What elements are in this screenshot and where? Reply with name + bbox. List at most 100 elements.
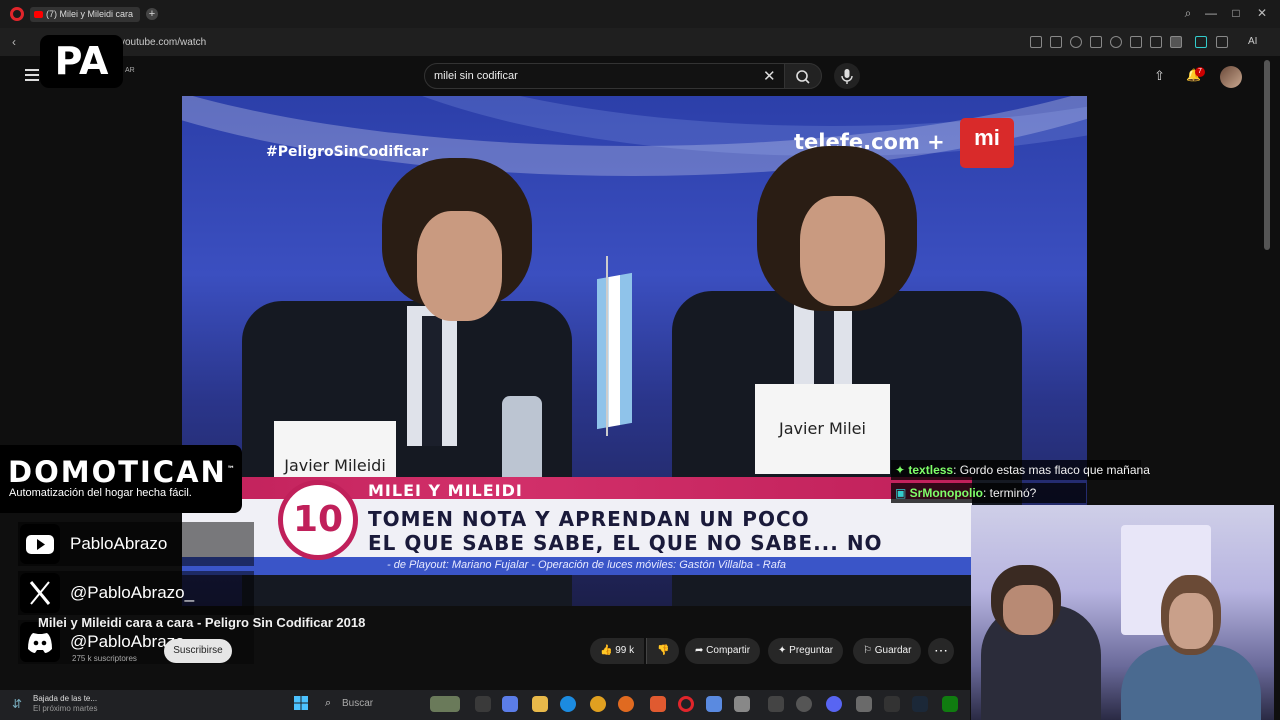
more-options-icon[interactable]: ⋯ <box>928 638 954 664</box>
streamer-right-face <box>1169 593 1213 649</box>
left-person-face <box>417 211 502 321</box>
taskbar-folder-icon[interactable] <box>532 696 548 712</box>
nameplate-left: Javier Mileidi <box>274 421 396 481</box>
play-icon[interactable] <box>1090 36 1102 48</box>
taskbar-app-icon[interactable] <box>768 696 784 712</box>
scrollbar[interactable] <box>1264 60 1270 250</box>
taskbar-firefox-icon[interactable] <box>618 696 634 712</box>
windows-start-icon[interactable] <box>293 695 309 711</box>
ticker-text: - de Playout: Mariano Fujalar - Operació… <box>387 559 787 571</box>
argentina-flag <box>597 272 632 430</box>
chat-text: : Gordo estas mas flaco que mañana <box>953 463 1150 477</box>
social-youtube: PabloAbrazo <box>18 522 254 566</box>
url-field[interactable]: youtube.com/watch <box>120 37 206 48</box>
shield-icon[interactable] <box>1070 36 1082 48</box>
weather-widget[interactable]: Bajada de las te... El próximo martes <box>33 694 97 714</box>
taskbar-copilot-icon[interactable] <box>502 696 518 712</box>
close-window-button[interactable]: ✕ <box>1254 6 1270 20</box>
taskbar-app-icon[interactable] <box>856 696 872 712</box>
minimize-button[interactable]: — <box>1203 6 1219 20</box>
taskbar-steam-icon[interactable] <box>912 696 928 712</box>
tab-search-icon[interactable]: ⌕ <box>1180 6 1196 21</box>
weather-icon[interactable]: ⇵ <box>12 697 22 711</box>
taskbar-discord-icon[interactable] <box>826 696 842 712</box>
webcam-overlay <box>971 505 1274 720</box>
right-person-face <box>800 196 885 306</box>
pa-logo: PA <box>40 35 123 88</box>
youtube-handle: PabloAbrazo <box>70 534 168 553</box>
upload-icon[interactable]: ⇧ <box>1154 68 1165 84</box>
left-person-tie <box>422 316 442 446</box>
share-button[interactable]: ➦ Compartir <box>685 638 761 664</box>
extension-icon[interactable] <box>1195 36 1207 48</box>
heart-icon[interactable] <box>1110 36 1122 48</box>
profile-icon[interactable] <box>1170 36 1182 48</box>
hamburger-menu-icon[interactable] <box>25 69 39 81</box>
share-icon: ➦ <box>695 645 707 656</box>
voice-search-button[interactable] <box>834 63 860 89</box>
clear-search-icon[interactable]: ✕ <box>763 67 776 85</box>
microphone-icon <box>841 69 853 84</box>
streamer-left-face <box>1003 585 1053 635</box>
bookmark-icon: ⚐ <box>863 645 875 656</box>
search-query[interactable]: milei sin codificar <box>434 70 518 82</box>
taskbar-app-icon[interactable] <box>734 696 750 712</box>
tv-lower-third: 10 MILEI Y MILEIDI TOMEN NOTA Y APRENDAN… <box>182 477 972 577</box>
save-button[interactable]: ⚐ Guardar <box>853 638 922 664</box>
account-avatar[interactable] <box>1220 66 1242 88</box>
chat-text: : terminó? <box>983 486 1037 500</box>
taskbar-app-icon[interactable] <box>884 696 900 712</box>
taskbar-search-icon[interactable]: ⌕ <box>325 697 331 710</box>
taskbar-brave-icon[interactable] <box>650 696 666 712</box>
youtube-favicon-icon <box>34 11 43 19</box>
taskbar-opera-icon[interactable] <box>678 696 694 712</box>
taskbar-chrome-icon[interactable] <box>590 696 606 712</box>
subscribe-button[interactable]: Suscribirse <box>164 639 232 663</box>
x-handle: @PabloAbrazo_ <box>70 583 195 602</box>
ai-button[interactable]: AI <box>1248 36 1257 47</box>
camera-icon[interactable] <box>1050 36 1062 48</box>
sponsor-tagline: Automatización del hogar hecha fácil. <box>9 487 192 499</box>
country-code: AR <box>125 67 135 74</box>
browser-tab[interactable]: (7) Milei y Mileidi cara <box>30 7 140 22</box>
x-icon <box>20 573 60 613</box>
mi-logo: mi <box>960 118 1014 168</box>
list-icon[interactable] <box>1150 36 1162 48</box>
video-hashtag: #PeligroSinCodificar <box>266 144 429 160</box>
subscriber-count: 275 k suscriptores <box>72 654 137 663</box>
headline-line-1: TOMEN NOTA Y APRENDAN UN POCO <box>368 507 810 531</box>
nameplate-right: Javier Milei <box>755 384 890 474</box>
chat-username: textless <box>908 463 954 477</box>
like-button[interactable]: 👍 99 k <box>590 638 645 664</box>
taskbar-search[interactable]: Buscar <box>342 698 373 709</box>
sponsor-name: DOMOTICAN™ <box>8 455 237 489</box>
thumbs-up-icon: 👍 <box>600 645 616 656</box>
thumbs-down-icon: 👎 <box>657 645 670 656</box>
flag-pole <box>606 256 608 436</box>
maximize-button[interactable]: □ <box>1228 6 1244 20</box>
taskbar-app-icon[interactable] <box>706 696 722 712</box>
back-arrow-icon[interactable]: ‹ <box>12 35 16 49</box>
taskbar-obs-icon[interactable] <box>796 696 812 712</box>
youtube-icon <box>20 524 60 564</box>
taskbar-xbox-icon[interactable] <box>942 696 958 712</box>
video-title: Milei y Mileidi cara a cara - Peligro Si… <box>38 615 366 630</box>
taskbar-widget-icon[interactable] <box>430 696 460 712</box>
dislike-button[interactable]: 👎 <box>646 638 680 664</box>
ask-button[interactable]: ✦ Preguntar <box>768 638 844 664</box>
download-icon[interactable] <box>1130 36 1142 48</box>
search-icon <box>796 70 810 84</box>
chat-username: SrMonopolio <box>909 486 983 500</box>
edit-icon[interactable] <box>1030 36 1042 48</box>
opera-logo-icon[interactable] <box>10 7 24 21</box>
cube-icon[interactable] <box>1216 36 1228 48</box>
water-bottle <box>502 396 542 486</box>
search-button[interactable] <box>784 63 822 89</box>
new-tab-button[interactable]: + <box>146 8 158 20</box>
taskbar-edge-icon[interactable] <box>560 696 576 712</box>
headline-line-2: EL QUE SABE SABE, EL QUE NO SABE... NO <box>368 531 883 555</box>
streamer-right-body <box>1121 645 1261 720</box>
notification-badge: 7 <box>1195 67 1205 77</box>
taskbar-app-icon[interactable] <box>475 696 491 712</box>
channel-number-badge: 10 <box>278 480 358 560</box>
